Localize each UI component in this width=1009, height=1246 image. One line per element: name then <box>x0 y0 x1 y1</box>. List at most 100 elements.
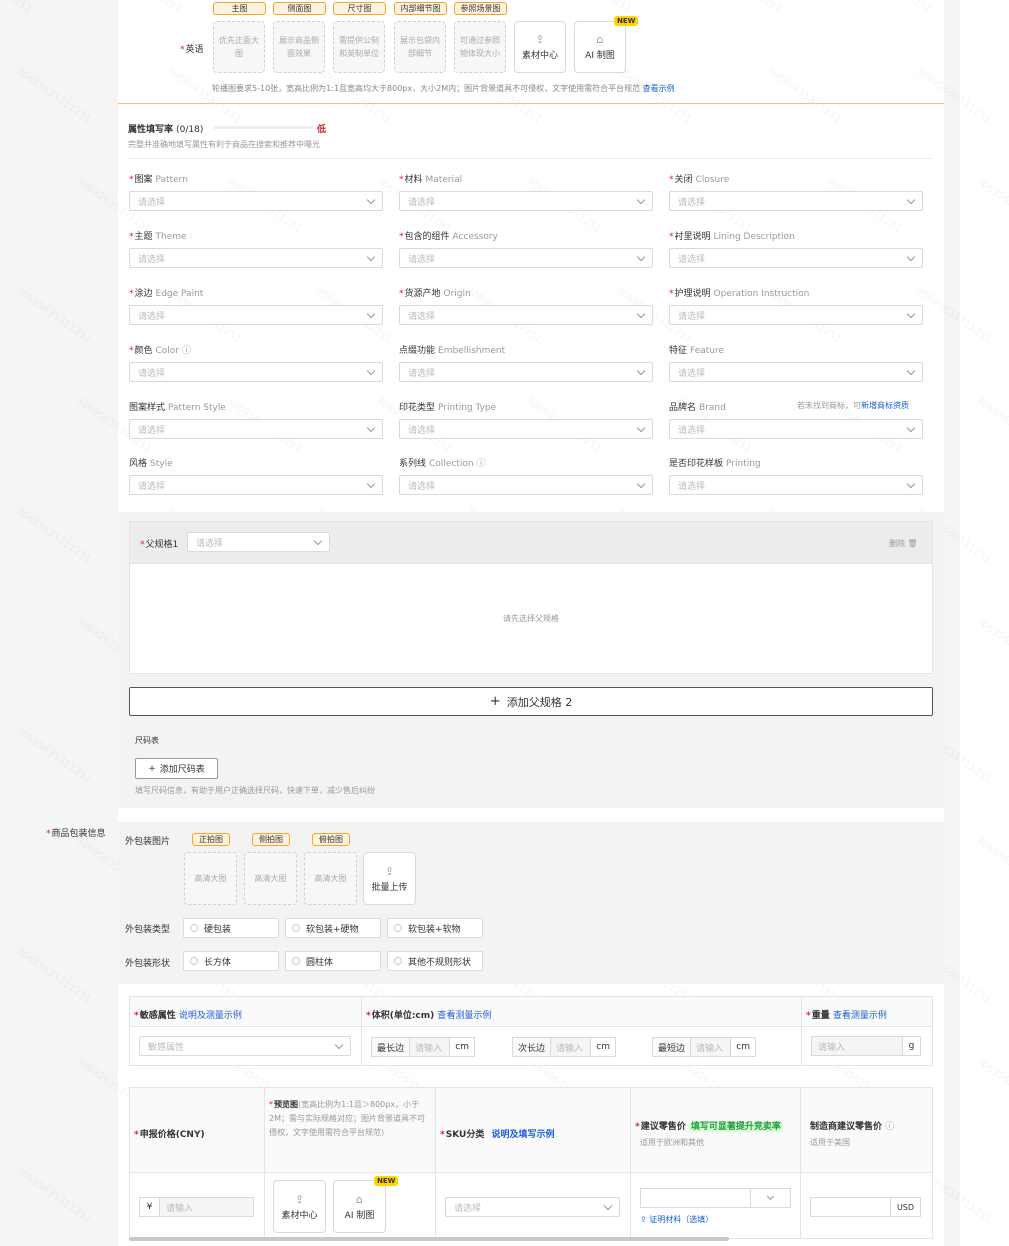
add-brand-link[interactable]: 新增商标资质 <box>861 401 909 410</box>
mfr-price-input[interactable]: USD <box>810 1197 921 1217</box>
watermark: 30695635311251 <box>0 0 33 16</box>
preview-label: *预览图(宽高比例为1:1且＞800px，小于2M；需与实际规格对应；图片背景道… <box>269 1100 425 1137</box>
attribute-name: 是否印花样板 <box>669 459 724 469</box>
retail-price-input[interactable] <box>640 1188 791 1208</box>
sku-ai-image-button[interactable]: ⌂ AI 制图 <box>333 1180 386 1233</box>
attribute-name: 风格 <box>129 459 148 469</box>
add-parent-spec-button[interactable]: + 添加父规格 2 <box>129 687 933 716</box>
material-center-button[interactable]: ⇪ 素材中心 <box>514 21 566 73</box>
required-mark: * <box>399 289 404 299</box>
attribute-name-en: Material <box>425 175 463 185</box>
price-input[interactable]: ¥ 请输入 <box>139 1197 254 1217</box>
attribute-select[interactable]: 请选择 <box>129 475 383 495</box>
radio-option[interactable]: 软包装+硬物 <box>285 918 381 938</box>
dimension-placeholder: 请输入 <box>551 1038 591 1056</box>
attribute-select[interactable]: 请选择 <box>129 248 383 268</box>
attribute-select[interactable]: 请选择 <box>669 475 923 495</box>
weight-input[interactable]: 请输入 g <box>811 1036 921 1056</box>
chevron-down-icon <box>636 195 646 204</box>
attribute-label: *图案 Pattern <box>129 172 188 185</box>
dimension-label: 最短边 <box>653 1038 692 1056</box>
attribute-select[interactable]: 请选择 <box>399 475 653 495</box>
sensitive-link[interactable]: 说明及测量示例 <box>179 1011 242 1021</box>
package-image-slot[interactable]: 高清大图 <box>304 852 357 905</box>
proof-link[interactable]: ⇪ 证明材料（选填） <box>640 1214 713 1225</box>
required-mark: * <box>129 232 134 242</box>
attribute-name: 关闭 <box>674 175 693 185</box>
package-image-slot[interactable]: 高清大图 <box>184 852 237 905</box>
image-slot[interactable]: 需提供公制和英制单位 <box>333 21 385 73</box>
info-icon[interactable]: ⓘ <box>182 346 191 356</box>
attribute-select[interactable]: 请选择 <box>129 362 383 382</box>
radio-option[interactable]: 其他不规则形状 <box>387 951 483 971</box>
sku-category-select[interactable]: 请选择 <box>445 1197 620 1217</box>
attribute-select[interactable]: 请选择 <box>129 191 383 211</box>
radio-label: 硬包装 <box>204 924 232 935</box>
divider <box>800 1087 801 1239</box>
dimension-input[interactable]: 最长边 请输入 cm <box>371 1037 475 1057</box>
info-icon[interactable]: ⓘ <box>477 459 486 469</box>
select-placeholder: 请选择 <box>678 254 706 265</box>
batch-upload-label: 批量上传 <box>371 882 408 893</box>
radio-option[interactable]: 硬包装 <box>183 918 279 938</box>
spec-delete-button[interactable]: 删除 🗑 <box>889 538 918 549</box>
batch-upload-button[interactable]: ⇪ 批量上传 <box>363 852 416 905</box>
new-badge: NEW <box>614 16 639 26</box>
attribute-name-en: Origin <box>443 289 471 299</box>
price-label: *申报价格(CNY) <box>134 1130 205 1140</box>
attribute-select[interactable]: 请选择 <box>399 362 653 382</box>
sensitive-select[interactable]: 敏感属性 <box>139 1036 351 1056</box>
package-tag: 俯拍图 <box>312 833 350 846</box>
attribute-label: *护理说明 Operation Instruction <box>669 286 809 299</box>
attribute-select[interactable]: 请选择 <box>129 419 383 439</box>
upload-icon: ⇪ <box>640 1215 647 1224</box>
image-slot[interactable]: 优先正面大图 <box>213 21 265 73</box>
attribute-select[interactable]: 请选择 <box>669 305 923 325</box>
upload-icon: ⇪ <box>384 864 395 878</box>
attribute-select[interactable]: 请选择 <box>669 419 923 439</box>
sku-category-link[interactable]: 说明及填写示例 <box>491 1130 554 1140</box>
attribute-select[interactable]: 请选择 <box>399 248 653 268</box>
fill-rate-subtitle: 完整并准确地填写属性有利于商品在搜索和推荐中曝光 <box>128 140 320 149</box>
required-mark: * <box>129 346 134 356</box>
dimension-input[interactable]: 次长边 请输入 cm <box>512 1037 616 1057</box>
ai-image-button[interactable]: ⌂ AI 制图 <box>574 21 626 73</box>
attribute-select[interactable]: 请选择 <box>129 305 383 325</box>
radio-option[interactable]: 圆柱体 <box>285 951 381 971</box>
attribute-name: 品牌名 <box>669 403 697 413</box>
attribute-name-en: Closure <box>695 175 730 185</box>
image-slot[interactable]: 展示包袋内部细节 <box>394 21 446 73</box>
image-slot[interactable]: 展示商品侧面效果 <box>273 21 325 73</box>
weight-link[interactable]: 查看测量示例 <box>833 1011 887 1021</box>
add-size-chart-button[interactable]: + 添加尺码表 <box>135 758 218 779</box>
attribute-label: 风格 Style <box>129 456 173 469</box>
spec-select[interactable]: 请选择 <box>187 532 330 552</box>
horizontal-scrollbar[interactable] <box>129 1237 729 1241</box>
radio-option[interactable]: 软包装+软物 <box>387 918 483 938</box>
images-example-link[interactable]: 查看示例 <box>643 84 675 93</box>
attribute-select[interactable]: 请选择 <box>669 362 923 382</box>
retail-currency-select[interactable] <box>750 1189 790 1207</box>
image-slot[interactable]: 可通过参照物体现大小 <box>454 21 506 73</box>
plus-icon: + <box>148 763 156 774</box>
robot-icon: ⌂ <box>356 1192 363 1206</box>
radio-label: 软包装+软物 <box>408 924 461 935</box>
usd-unit: USD <box>890 1198 920 1216</box>
dimension-input[interactable]: 最短边 请输入 cm <box>652 1037 756 1057</box>
attribute-label: 点缀功能 Embellishment <box>399 343 505 356</box>
package-image-slot[interactable]: 高清大图 <box>244 852 297 905</box>
attribute-select[interactable]: 请选择 <box>669 248 923 268</box>
select-placeholder: 请选择 <box>408 254 436 265</box>
attribute-select[interactable]: 请选择 <box>399 419 653 439</box>
attribute-select[interactable]: 请选择 <box>399 191 653 211</box>
help-icon[interactable]: ⓘ <box>885 1122 894 1132</box>
dimension-unit: cm <box>590 1038 615 1056</box>
radio-option[interactable]: 长方体 <box>183 951 279 971</box>
sku-material-center-label: 素材中心 <box>281 1210 318 1221</box>
volume-link[interactable]: 查看测量示例 <box>437 1011 491 1021</box>
attribute-select[interactable]: 请选择 <box>669 191 923 211</box>
required-mark: * <box>129 289 134 299</box>
sku-material-center-button[interactable]: ⇪ 素材中心 <box>273 1180 326 1233</box>
chevron-down-icon <box>906 309 916 318</box>
attribute-select[interactable]: 请选择 <box>399 305 653 325</box>
